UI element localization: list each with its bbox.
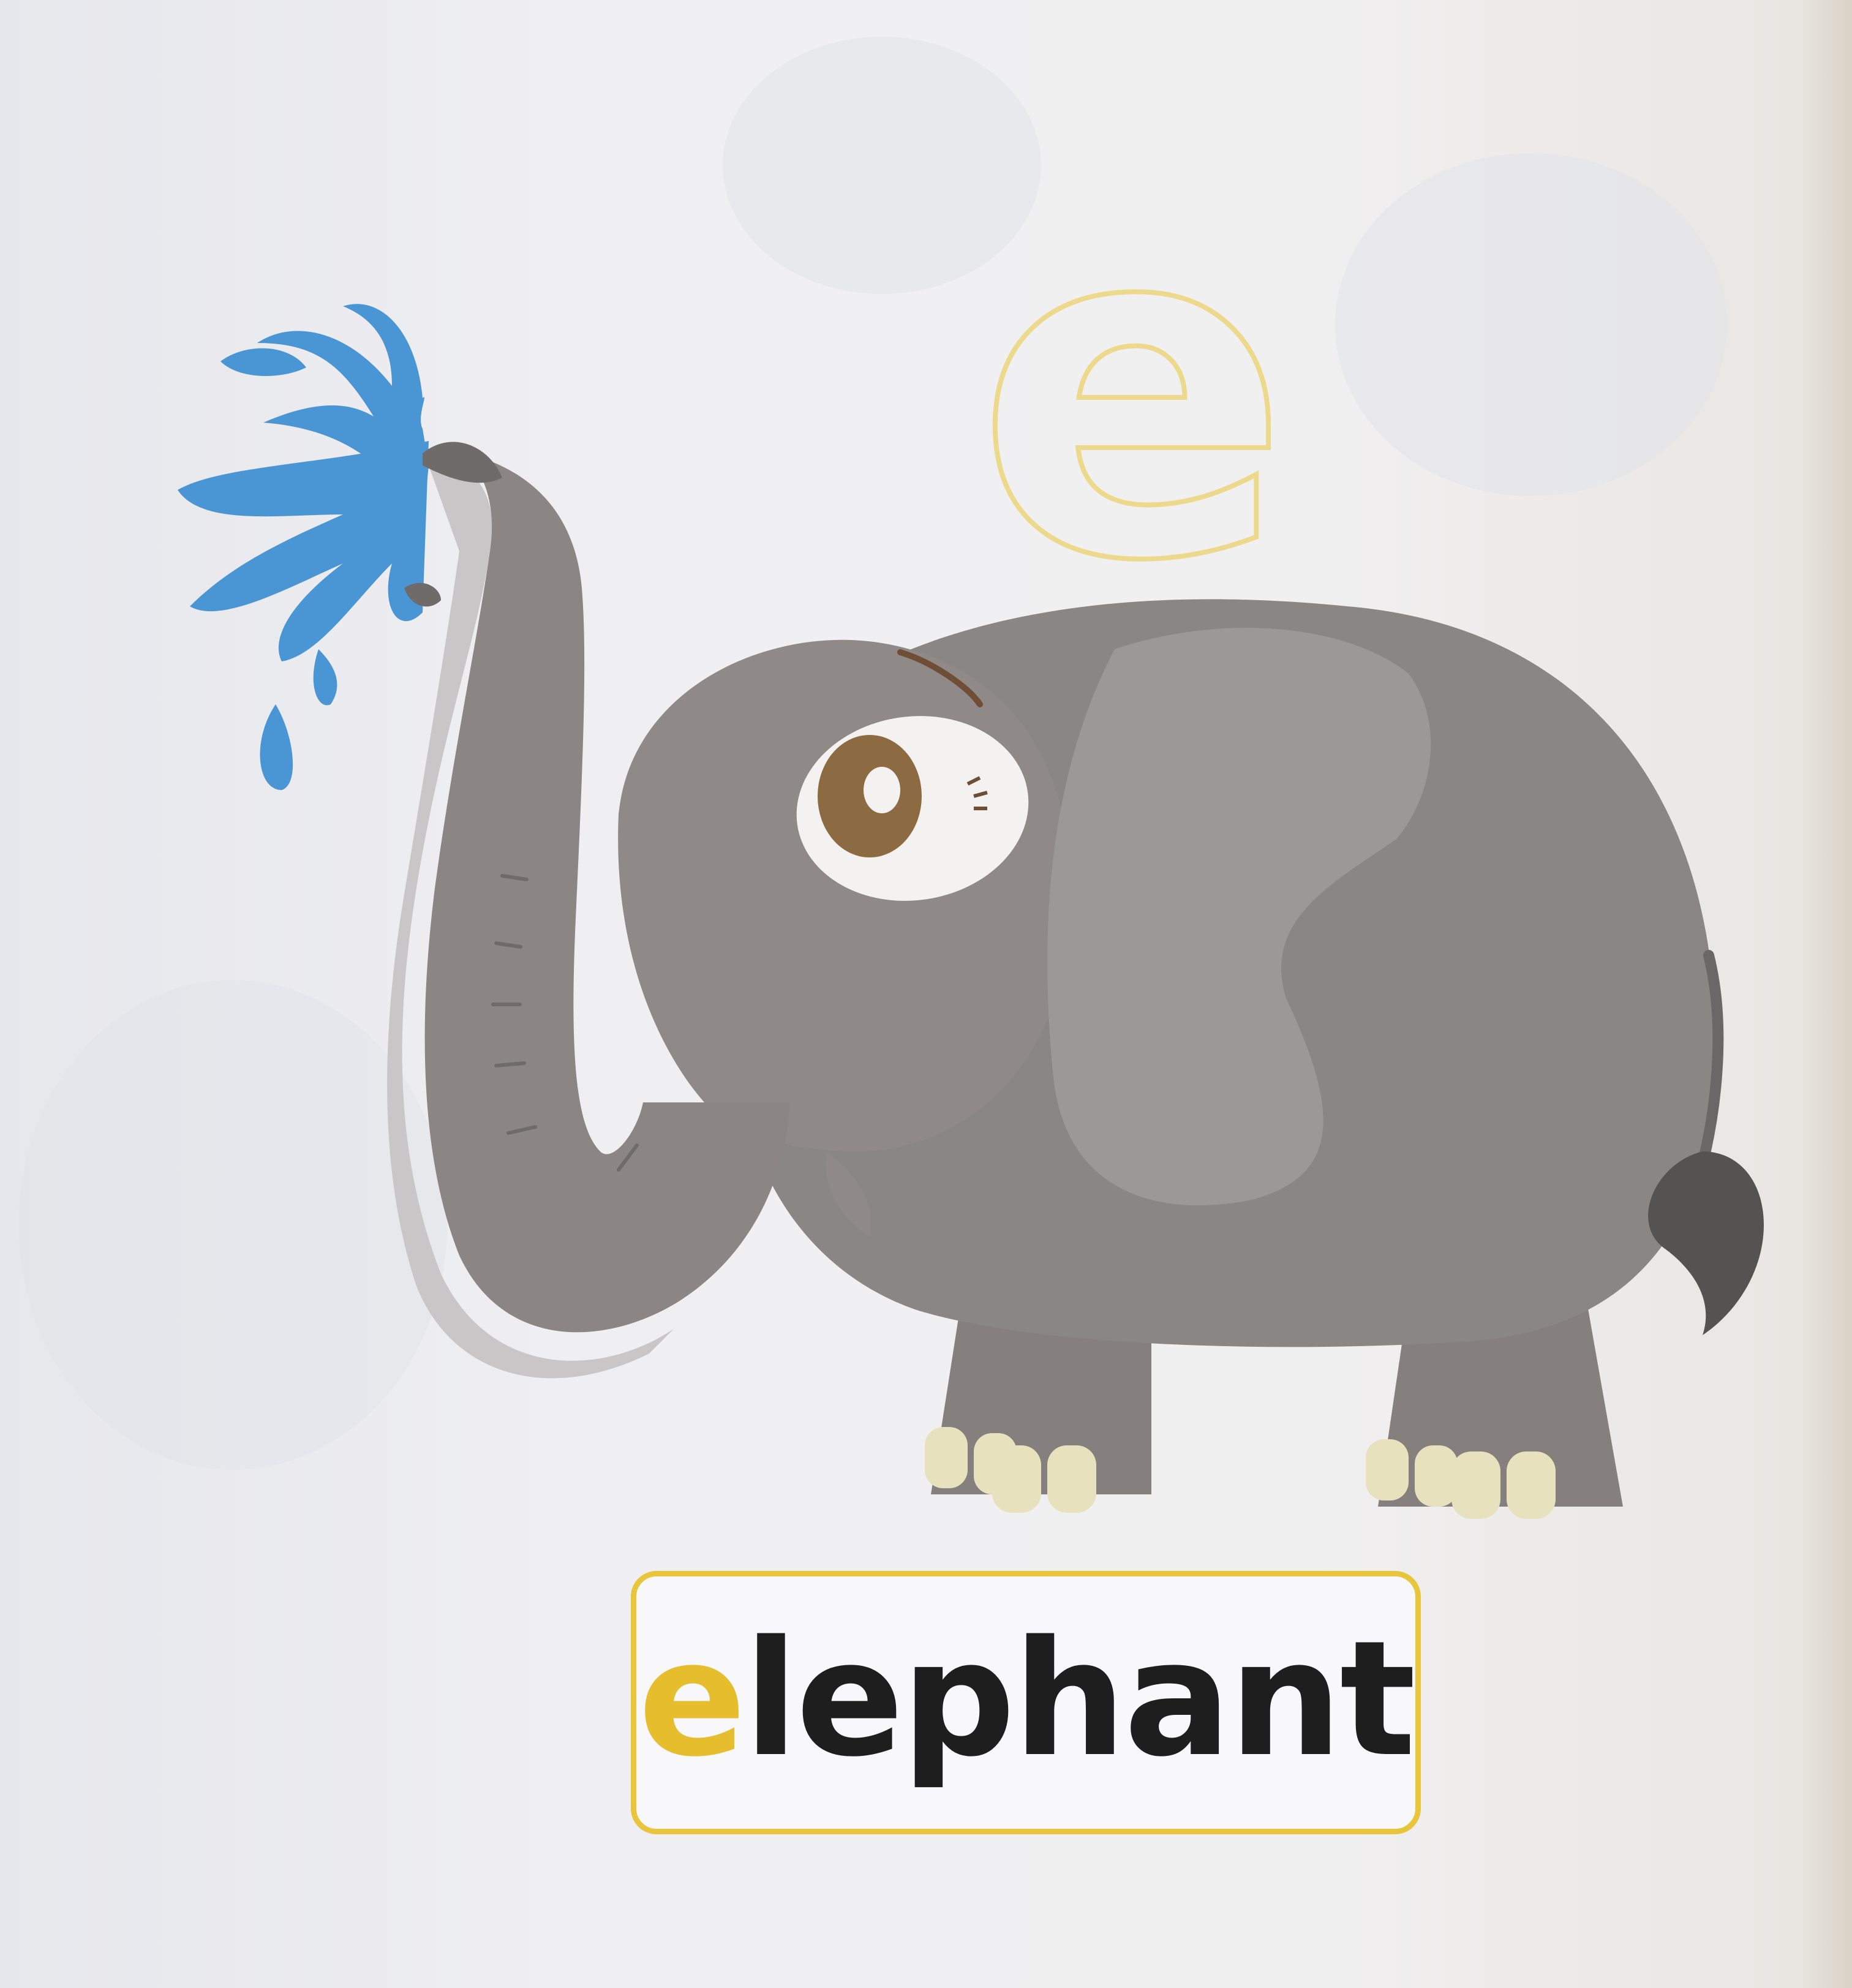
flashcard-page: e elephant <box>0 0 1852 1988</box>
word-rest: lephant <box>743 1607 1416 1792</box>
water-splash <box>178 304 429 790</box>
word-label: elephant <box>638 1620 1416 1779</box>
word-card: elephant <box>631 1571 1421 1834</box>
elephant-head <box>618 639 1071 1151</box>
word-first-letter: e <box>638 1607 746 1792</box>
